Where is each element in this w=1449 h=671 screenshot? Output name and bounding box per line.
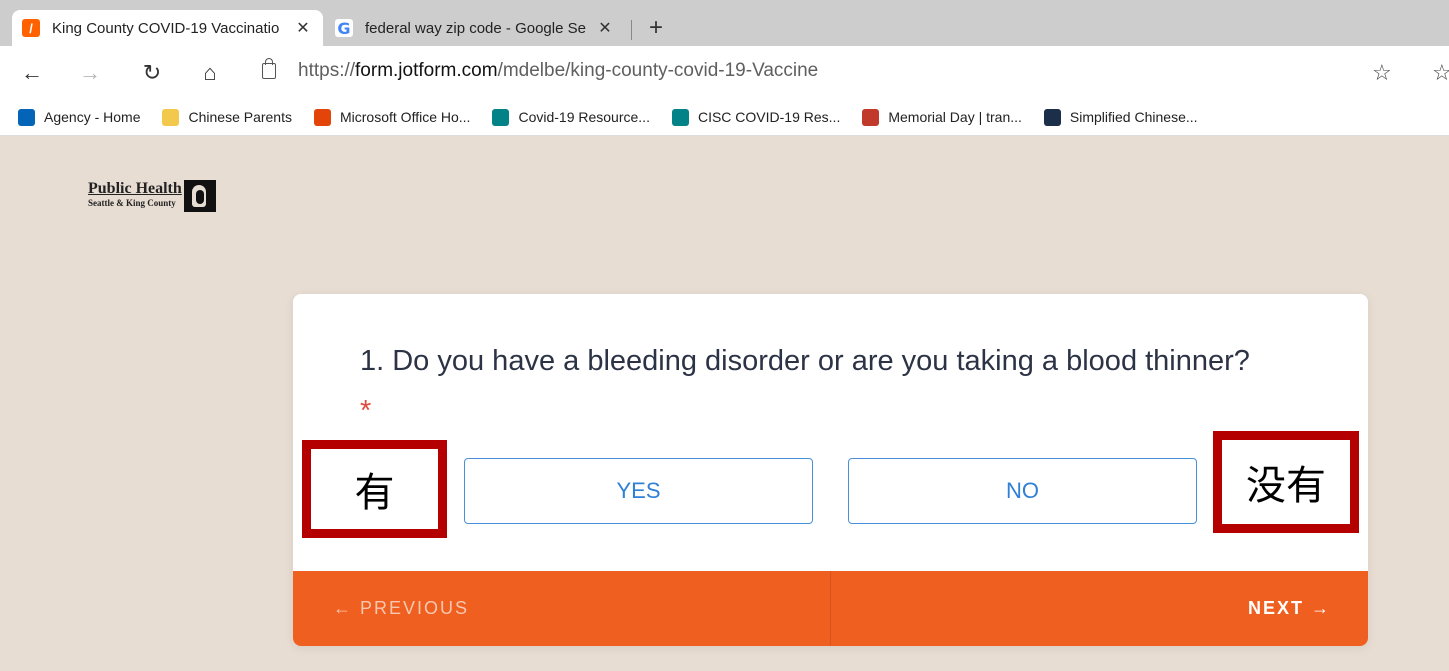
image-icon	[1043, 108, 1061, 126]
tab-divider	[631, 20, 632, 40]
next-button[interactable]: NEXT →	[1248, 598, 1331, 619]
king-county-portrait-icon	[183, 180, 216, 212]
bookmark-label: Memorial Day | tran...	[888, 109, 1022, 125]
bookmark-label: Covid-19 Resource...	[518, 109, 650, 125]
yes-button[interactable]: YES	[464, 458, 813, 524]
home-icon[interactable]: ⌂	[194, 58, 226, 88]
logo-title: Public Health	[88, 180, 182, 197]
annotation-yes-chinese: 有	[302, 440, 447, 538]
tab-strip: / King County COVID-19 Vaccinatio ✕ G fe…	[0, 0, 1449, 46]
bookmark-chinese-parents[interactable]: Chinese Parents	[162, 108, 292, 126]
no-button[interactable]: NO	[848, 458, 1197, 524]
refresh-icon[interactable]: ↻	[136, 58, 168, 88]
folder-icon	[162, 108, 180, 126]
url-prefix: https://	[298, 60, 356, 81]
forward-icon[interactable]: →	[74, 58, 106, 88]
required-mark: *	[360, 395, 372, 427]
new-tab-button[interactable]: +	[642, 14, 670, 42]
bookmark-label: Microsoft Office Ho...	[340, 109, 471, 125]
office-icon	[314, 108, 331, 126]
annotation-no-chinese: 没有	[1213, 431, 1359, 533]
bookmark-covid-resources[interactable]: Covid-19 Resource...	[492, 108, 650, 126]
question-text: 1. Do you have a bleeding disorder or ar…	[360, 336, 1260, 436]
add-favorite-icon[interactable]: ☆	[1372, 60, 1392, 86]
sharepoint-icon	[18, 108, 35, 126]
favorites-icon[interactable]: ☆	[1432, 60, 1449, 86]
bookmark-memorial-day[interactable]: Memorial Day | tran...	[862, 108, 1022, 126]
previous-button[interactable]: ← PREVIOUS	[333, 598, 469, 619]
question-label: 1. Do you have a bleeding disorder or ar…	[360, 345, 1250, 377]
jotform-icon: /	[22, 19, 40, 37]
back-icon[interactable]: ←	[16, 58, 48, 88]
tab-title: King County COVID-19 Vaccinatio	[52, 19, 280, 37]
sharepoint-icon	[671, 108, 689, 126]
address-bar[interactable]: https://form.jotform.com/mdelbe/king-cou…	[262, 58, 819, 82]
sharepoint-icon	[492, 108, 510, 126]
bookmark-cisc-covid[interactable]: CISC COVID-19 Res...	[671, 108, 841, 126]
google-icon: G	[335, 19, 353, 38]
bookmark-label: Chinese Parents	[188, 109, 292, 125]
shield-icon	[862, 108, 880, 126]
bookmark-agency-home[interactable]: Agency - Home	[18, 108, 141, 126]
logo-subtitle: Seattle & King County	[88, 198, 176, 208]
close-icon[interactable]: ✕	[293, 18, 313, 38]
tab-title: federal way zip code - Google Se	[365, 19, 586, 37]
form-footer: ← PREVIOUS NEXT →	[293, 571, 1368, 646]
close-icon[interactable]: ✕	[595, 18, 615, 38]
url-path: /mdelbe/king-county-covid-19-Vaccine	[497, 60, 819, 81]
bookmark-label: Agency - Home	[44, 109, 141, 125]
bookmark-label: CISC COVID-19 Res...	[697, 109, 841, 125]
footer-divider	[830, 571, 831, 646]
lock-icon[interactable]	[262, 58, 276, 79]
bookmarks-bar: Agency - Home Chinese Parents Microsoft …	[0, 99, 1449, 136]
tab-king-county[interactable]: / King County COVID-19 Vaccinatio ✕	[12, 10, 323, 46]
bookmark-microsoft-office[interactable]: Microsoft Office Ho...	[314, 108, 471, 126]
tab-google-search[interactable]: G federal way zip code - Google Se ✕	[325, 10, 625, 46]
url-host: form.jotform.com	[355, 60, 498, 81]
public-health-logo: Public Health Seattle & King County	[88, 180, 216, 212]
bookmark-label: Simplified Chinese...	[1069, 109, 1198, 125]
bookmark-simplified-chinese[interactable]: Simplified Chinese...	[1043, 108, 1198, 126]
question-card: 1. Do you have a bleeding disorder or ar…	[293, 294, 1368, 646]
address-toolbar: ← → ↻ ⌂ https://form.jotform.com/mdelbe/…	[0, 46, 1449, 99]
